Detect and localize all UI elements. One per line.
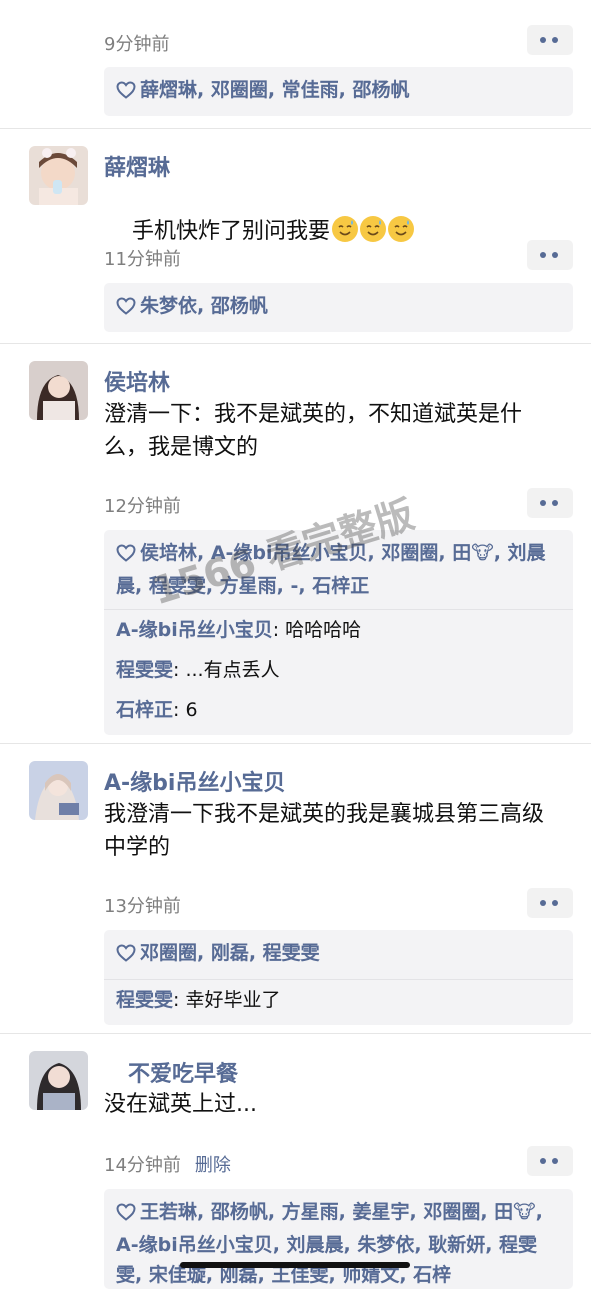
avatar[interactable]: [29, 146, 88, 205]
likes-list: 薛熠琳, 邓圈圈, 常佳雨, 邵杨帆: [104, 67, 573, 116]
interaction-box: 邓圈圈, 刚磊, 程雯雯 程雯雯: 幸好毕业了: [104, 930, 573, 1025]
heart-icon: [116, 78, 136, 108]
author-name[interactable]: 不爱吃早餐: [128, 1056, 238, 1088]
likes-list: 朱梦依, 邵杨帆: [104, 283, 573, 332]
heart-icon: [116, 1200, 136, 1230]
post-text-content: 手机快炸了别问我要: [131, 219, 330, 244]
comment-text: : 哈哈哈哈: [272, 619, 362, 641]
comment-item[interactable]: 程雯雯: 幸好毕业了: [104, 980, 573, 1025]
comment-text: : 幸好毕业了: [173, 989, 281, 1011]
comment-item[interactable]: 石梓正: 6: [104, 690, 573, 735]
likes-list: 邓圈圈, 刚磊, 程雯雯: [104, 930, 573, 979]
avatar[interactable]: [29, 761, 88, 820]
home-indicator[interactable]: [180, 1262, 410, 1268]
comment-author[interactable]: 程雯雯: [116, 659, 173, 681]
author-name[interactable]: 薛熠琳: [104, 150, 170, 182]
interaction-box: 薛熠琳, 邓圈圈, 常佳雨, 邵杨帆: [104, 67, 573, 116]
likes-names[interactable]: 王若琳, 邵杨帆, 方星雨, 姜星宇, 邓圈圈, 田🐮, A-缘bi吊丝小宝贝,…: [116, 1201, 543, 1286]
post-text: 没在斌英上过...: [104, 1092, 257, 1117]
likes-names[interactable]: 朱梦依, 邵杨帆: [140, 295, 268, 317]
author-name[interactable]: 侯培林: [104, 365, 170, 397]
post-divider: [0, 128, 591, 129]
comment-author[interactable]: 石梓正: [116, 699, 173, 721]
heart-icon: [116, 941, 136, 971]
heart-icon: [116, 294, 136, 324]
interaction-box: 王若琳, 邵杨帆, 方星雨, 姜星宇, 邓圈圈, 田🐮, A-缘bi吊丝小宝贝,…: [104, 1189, 573, 1289]
post-time-label: 14分钟前: [104, 1155, 181, 1176]
post-time: 9分钟前: [104, 34, 170, 55]
likes-names[interactable]: 邓圈圈, 刚磊, 程雯雯: [140, 942, 320, 964]
comment-author[interactable]: 程雯雯: [116, 989, 173, 1011]
post-time: 13分钟前: [104, 896, 181, 917]
comment-text: : 6: [173, 699, 198, 721]
more-actions-button[interactable]: [527, 25, 573, 55]
likes-list: 王若琳, 邵杨帆, 方星雨, 姜星宇, 邓圈圈, 田🐮, A-缘bi吊丝小宝贝,…: [104, 1189, 573, 1289]
more-actions-button[interactable]: [527, 488, 573, 518]
more-actions-button[interactable]: [527, 888, 573, 918]
post-divider: [0, 1033, 591, 1034]
interaction-box: 朱梦依, 邵杨帆: [104, 283, 573, 332]
post-text: 澄清一下：我不是斌英的，不知道斌英是什么，我是博文的: [104, 402, 523, 460]
delete-button[interactable]: 删除: [195, 1155, 231, 1176]
post-text: 我澄清一下我不是斌英的我是襄城县第三高级中学的: [104, 802, 545, 860]
likes-names[interactable]: 薛熠琳, 邓圈圈, 常佳雨, 邵杨帆: [140, 79, 410, 101]
sweat-smile-emoji-icon: [360, 216, 386, 242]
comment-item[interactable]: 程雯雯: ...有点丢人: [104, 650, 573, 690]
post-time: 12分钟前: [104, 496, 181, 517]
heart-icon: [116, 541, 136, 571]
post-divider: [0, 743, 591, 744]
more-actions-button[interactable]: [527, 240, 573, 270]
author-name[interactable]: A-缘bi吊丝小宝贝: [104, 765, 285, 797]
comment-text: : ...有点丢人: [173, 659, 280, 681]
post-time: 14分钟前 删除: [104, 1151, 231, 1177]
more-actions-button[interactable]: [527, 1146, 573, 1176]
avatar[interactable]: [29, 1051, 88, 1110]
avatar[interactable]: [29, 361, 88, 420]
sweat-smile-emoji-icon: [388, 216, 414, 242]
post-divider: [0, 343, 591, 344]
post-time: 11分钟前: [104, 249, 181, 270]
sweat-smile-emoji-icon: [332, 216, 358, 242]
